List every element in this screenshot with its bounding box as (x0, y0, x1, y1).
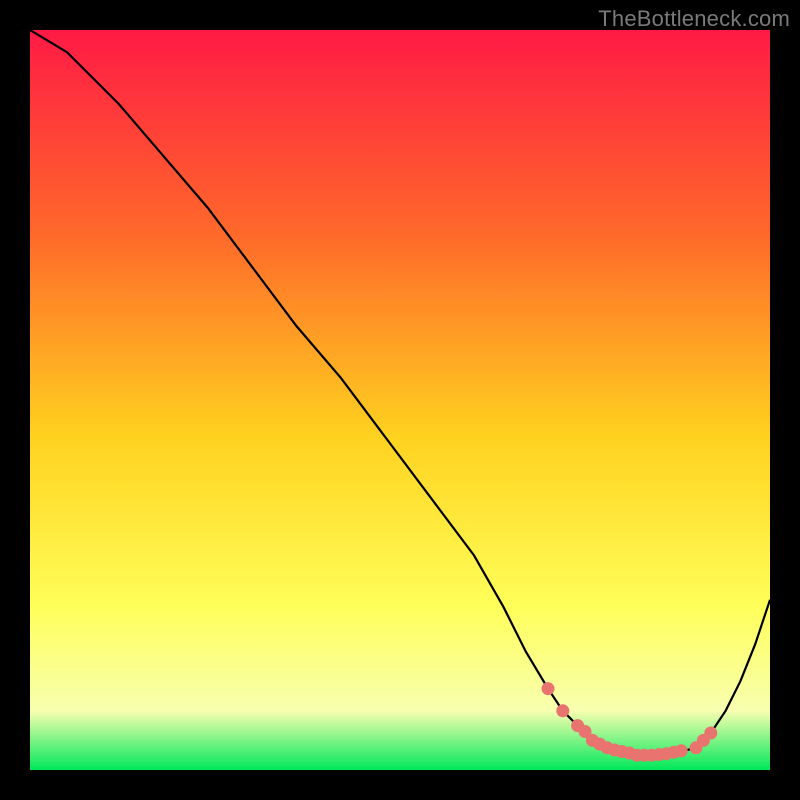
marker-dot (705, 727, 717, 739)
marker-dot (675, 745, 687, 757)
chart-stage: TheBottleneck.com (0, 0, 800, 800)
marker-dot (557, 705, 569, 717)
chart-svg (30, 30, 770, 770)
watermark-text: TheBottleneck.com (598, 6, 790, 32)
plot-area (30, 30, 770, 770)
gradient-background (30, 30, 770, 770)
marker-dot (542, 683, 554, 695)
